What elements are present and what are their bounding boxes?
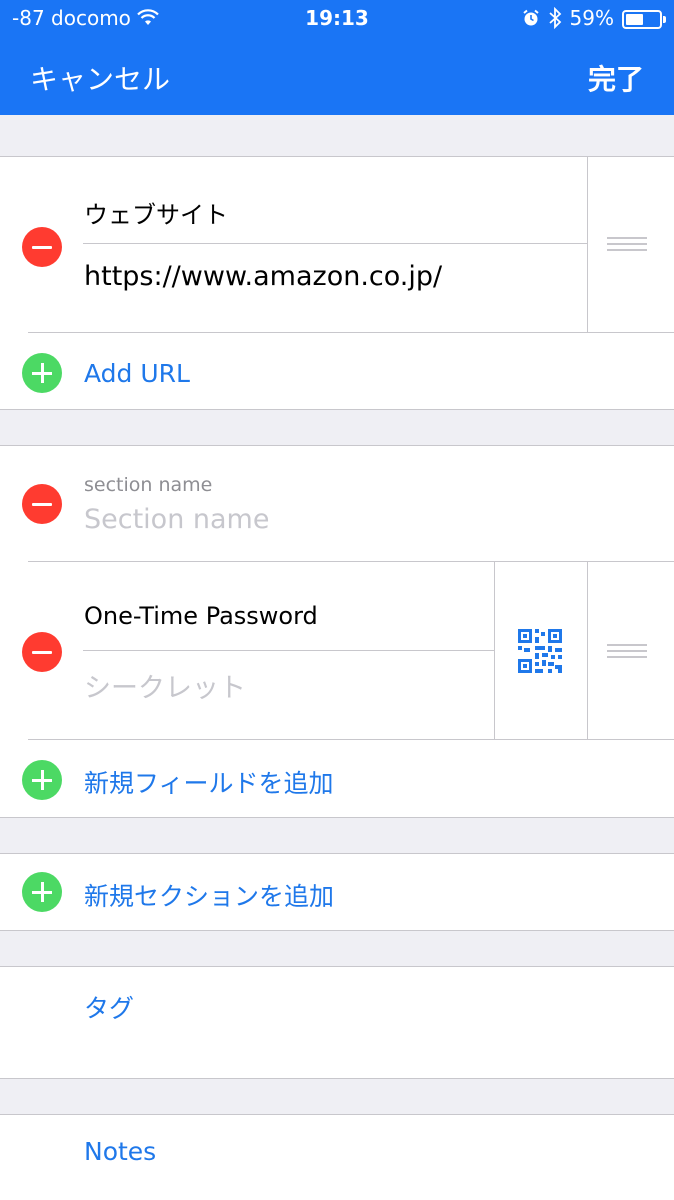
tags-field[interactable]: タグ bbox=[84, 989, 134, 1025]
add-section-button[interactable]: 新規セクションを追加 bbox=[84, 877, 334, 913]
tags-section: タグ bbox=[0, 966, 674, 1079]
website-label: ウェブサイト bbox=[84, 201, 228, 229]
notes-field[interactable]: Notes bbox=[84, 1137, 156, 1166]
add-section-icon[interactable] bbox=[22, 872, 62, 912]
battery-icon bbox=[622, 9, 666, 29]
add-field-icon[interactable] bbox=[22, 760, 62, 800]
delete-section-button[interactable] bbox=[22, 484, 62, 524]
reorder-handle-icon[interactable] bbox=[607, 237, 647, 255]
add-url-button[interactable]: Add URL bbox=[84, 359, 190, 388]
qr-code-scan-icon[interactable] bbox=[518, 629, 562, 673]
bluetooth-icon bbox=[548, 7, 561, 29]
reorder-handle-icon[interactable] bbox=[607, 644, 647, 662]
alarm-icon bbox=[522, 9, 539, 26]
website-url-field[interactable]: https://www.amazon.co.jp/ bbox=[84, 261, 442, 292]
navigation-bar: -87 docomo 19:13 59% キャンセル 完了 bbox=[0, 0, 674, 115]
section-name-label: section name bbox=[84, 474, 213, 496]
delete-otp-button[interactable] bbox=[22, 632, 62, 672]
add-url-icon[interactable] bbox=[22, 353, 62, 393]
battery-percent: 59% bbox=[569, 6, 614, 30]
done-button[interactable]: 完了 bbox=[588, 58, 644, 98]
otp-label: One-Time Password bbox=[84, 602, 318, 630]
otp-secret-input[interactable]: シークレット bbox=[84, 666, 246, 705]
delete-url-button[interactable] bbox=[22, 227, 62, 267]
status-bar: -87 docomo 19:13 59% bbox=[0, 6, 674, 34]
section-name-input[interactable]: Section name bbox=[84, 504, 269, 535]
notes-section: Notes bbox=[0, 1114, 674, 1200]
website-section: ウェブサイト https://www.amazon.co.jp/ Add URL bbox=[0, 156, 674, 410]
custom-section: section name Section name One-Time Passw… bbox=[0, 445, 674, 818]
cancel-button[interactable]: キャンセル bbox=[30, 58, 170, 98]
add-section-row: 新規セクションを追加 bbox=[0, 853, 674, 931]
add-field-button[interactable]: 新規フィールドを追加 bbox=[84, 764, 334, 800]
